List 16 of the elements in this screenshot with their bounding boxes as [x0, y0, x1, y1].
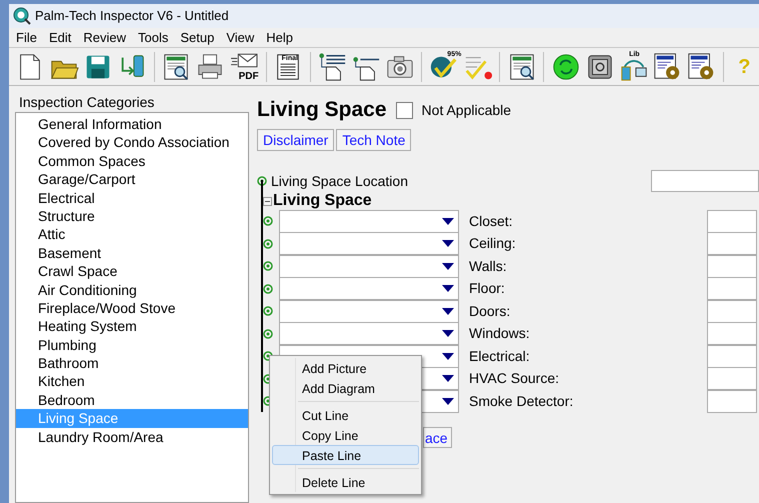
page-title: Living Space [257, 97, 387, 124]
row-label: Electrical: [469, 346, 531, 366]
row-label: Ceiling: [469, 234, 517, 254]
field-label: Living Space Location [271, 172, 408, 191]
window-title: Palm-Tech Inspector V6 - Untitled [35, 7, 229, 26]
row-label: Windows: [469, 324, 531, 344]
row-label: Floor: [469, 279, 506, 298]
row-label: Smoke Detector: [469, 392, 574, 411]
row-label: HVAC Source: [469, 369, 560, 388]
section-title: Living Space [273, 191, 372, 211]
row-label: Walls: [469, 256, 508, 276]
panel-title: Inspection Categories [18, 93, 156, 112]
checkbox-label: Not Applicable [422, 100, 512, 120]
row-label: Doors: [469, 302, 512, 321]
icon-label: PDF [238, 72, 259, 82]
row-label: Closet: [469, 212, 514, 231]
